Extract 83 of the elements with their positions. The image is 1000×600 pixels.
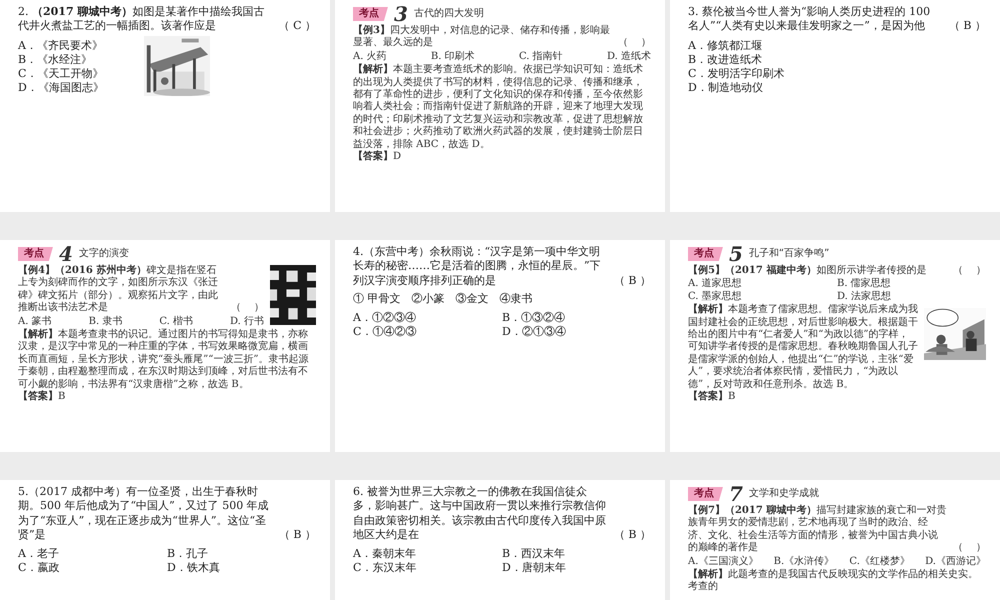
answer-text: 【答案】D (353, 150, 402, 164)
slide[interactable]: 6. 被誉为世界三大宗教之一的佛教在我国信徒众多，影响甚广。这与中国政府一贯以来推行宗教信仰自由政策密切相关。该宗教由古代印度传入我国中原地区大约是在 （ B ） A．秦朝末年 B．西汉末年 C．东汉末年 D．唐朝末年 (335, 480, 665, 600)
answer-option: A. 火药 (353, 50, 387, 64)
answer-option: B．《水经注》 (18, 52, 104, 68)
answer-option: B．孔子 (167, 547, 316, 562)
answer-option: B．改进造纸术 (688, 52, 986, 68)
answer-option: D．制造地动仪 (688, 81, 986, 96)
question-text: 5.（2017 成都中考）有一位圣贤，出生于春秋时期。500 年后他成为了“中国人”，又过了 500 年成为了“东亚人”，现在正逐步成为“世界人”。这位“圣贤”是 (18, 485, 270, 542)
question-text: 6. 被誉为世界三大宗教之一的佛教在我国信徒众多，影响甚广。这与中国政府一贯以来推行宗教信仰自由政策密切相关。该宗教由古代印度传入我国中原地区大约是在 (353, 485, 607, 542)
topic-badge: 考点 (688, 246, 723, 262)
answer-option: A. 篆书 (18, 316, 52, 328)
topic-title: 文学和史学成就 (748, 488, 819, 500)
question-text: 【例4】（2016 苏州中考）碑文是指在竖石上专为刻碑而作的文字，如图所示东汉《张迁碑》碑文拓片（部分）。观察拓片文字，由此推断出该书法艺术是 (18, 265, 219, 315)
answer-option: B. 儒家思想 (837, 278, 986, 291)
topic-badge: 考点 (353, 6, 388, 22)
answer-option: A.《三国演义》 (688, 556, 758, 568)
answer-parentheses: （ B ） (614, 274, 651, 288)
answer-option: D.《西游记》 (925, 556, 986, 568)
question-text: 2. （2017 聊城中考）如图是某著作中描绘我国古代井火煮盐工艺的一幅插图。该著作应是 (18, 5, 266, 34)
answer-option: C．发明活字印刷术 (688, 67, 986, 82)
answer-option: B. 印刷术 (430, 50, 475, 64)
topic-title: 孔子和“百家争鸣” (748, 248, 830, 260)
analysis-text: 【解析】本题考查了儒家思想。儒家学说后来成为我国封建社会的正统思想，对后世影响极大。根据题干给出的图片中有“仁者爱人”和“为政以德”的字样，可知讲学者传授的是儒家思想。春秋晚期鲁国人孔子是儒家学派的创始人，他提出“仁”的学说，主张“爱人”，要求统治者体察民情，爱惜民力，“为政以德”，反对苛政和任意刑杀。故选 B。 (688, 304, 918, 390)
question-text: 【例5】（2017 福建中考）如图所示讲学者传授的是 (688, 265, 926, 278)
answer-option: D．铁木真 (167, 561, 316, 576)
topic-title: 文字的演变 (78, 248, 129, 260)
answer-parentheses: （ ） (952, 265, 986, 278)
answer-parentheses: （ B ） (614, 528, 651, 542)
topic-title: 古代的四大发明 (414, 8, 484, 20)
answer-option: B.《水浒传》 (774, 556, 834, 568)
answer-option: C. 指南针 (518, 50, 563, 64)
analysis-text: 【解析】本题主要考查造纸术的影响。依据已学知识可知：造纸术的出现为人类提供了书写的材料，使得信息的记录、传播和继承，都有了革命性的进步，便利了文化知识的保存和传播，至今依然影响着人类社会；而指南针促进了新航路的开辟，迎来了地理大发现的时代；印刷术推动了文艺复兴运动和宗教改革，促进了思想解放和社会进步；火药推动了欧洲火药武器的发展，使封建骑士阶层日益没落，排除 ABC，故选 D。 (353, 64, 644, 150)
answer-parentheses: （ ） (952, 542, 986, 555)
answer-option: A．老子 (18, 547, 167, 562)
analysis-text: 【解析】本题考查隶书的识记。通过图片的书写得知是隶书，亦称汉隶，是汉字中常见的一种庄重的字体，书写效果略微宽扁，横画长而直画短，呈长方形状，讲究“蚕头雁尾”“一波三折”。隶书起源于秦朝，由程邈整理而成，在东汉时期达到顶峰，对后世书法有不可小觑的影响，书法界有“汉隶唐楷”之称，故选 B。 (18, 328, 310, 390)
answer-option: A．《齐民要术》 (18, 38, 104, 53)
choice-list-text: ① 甲骨文 ②小篆 ③金文 ④隶书 (353, 292, 534, 306)
topic-number: 7 (729, 485, 743, 503)
question-text: 4.（东营中考）余秋雨说：“汉字是第一项中华文明长寿的秘密……它是活着的图腾，永恒的星辰。”下列汉字演变顺序排列正确的是 (353, 245, 602, 288)
topic-number: 3 (394, 5, 408, 23)
question-text: 【例3】四大发明中，对信息的记录、储存和传播，影响最显著、最久远的是 (353, 25, 611, 50)
slide[interactable]: 3. 蔡伦被当今世人誉为“影响人类历史进程的 100 名人”“人类有史以来最佳发明家之一”，是因为他 （ B ） A．修筑都江堰 B．改进造纸术 C．发明活字印刷术 D．制造地动仪 (670, 0, 1000, 212)
answer-option: A．秦朝末年 (353, 547, 502, 562)
topic-badge: 考点 (18, 246, 53, 262)
answer-option: C．①④②③ (353, 325, 502, 340)
answer-parentheses: （ B ） (278, 528, 316, 542)
answer-parentheses: （ ） (618, 37, 651, 50)
answer-option: C．《天工开物》 (18, 67, 104, 82)
answer-option: A．①②③④ (353, 311, 502, 326)
answer-option: D. 造纸术 (606, 50, 651, 64)
answer-option: C.《红楼梦》 (849, 556, 910, 568)
answer-option: A．修筑都江堰 (688, 38, 986, 53)
answer-option: D．唐朝末年 (502, 561, 651, 576)
answer-parentheses: （ C ） (278, 19, 316, 34)
analysis-text: 【解析】此题考查的是我国古代反映现实的文学作品的相关史实。考查的 (688, 568, 979, 594)
answer-option: B．①③②④ (502, 311, 651, 326)
answer-parentheses: （ ） (230, 302, 264, 315)
topic-number: 4 (59, 245, 73, 263)
slide[interactable]: 2. （2017 聊城中考）如图是某著作中描绘我国古代井火煮盐工艺的一幅插图。该著作应是 （ C ） A．《齐民要术》 B．《水经注》 C．《天工开物》 D．《海国图志》 (0, 0, 330, 212)
answer-option: D．《海国图志》 (18, 81, 104, 96)
answer-option: B. 隶书 (88, 316, 122, 328)
answer-option: D. 法家思想 (837, 290, 986, 304)
slide[interactable]: 5.（2017 成都中考）有一位圣贤，出生于春秋时期。500 年后他成为了“中国人”，又过了 500 年成为了“东亚人”，现在正逐步成为“世界人”。这位“圣贤”是 （ B ） A．老子 B．孔子 C．嬴政 D．铁木真 (0, 480, 330, 600)
slide[interactable]: 4.（东营中考）余秋雨说：“汉字是第一项中华文明长寿的秘密……它是活着的图腾，永恒的星辰。”下列汉字演变顺序排列正确的是 （ B ） ① 甲骨文 ②小篆 ③金文 ④隶书 A．①②③④ B．①③②④ C．①④②③ D．②①③④ (335, 240, 665, 452)
slide[interactable] (670, 240, 1000, 452)
topic-badge: 考点 (688, 486, 723, 502)
question-text: 【例7】（2017 聊城中考）描写封建家族的衰亡和一对贵族青年男女的爱情悲剧，艺术地再现了当时的政治、经济、文化、社会生活等方面的情形，被誉为中国古典小说的巅峰的著作是 (688, 505, 947, 555)
topic-number: 5 (729, 245, 743, 263)
answer-option: A. 道家思想 (688, 278, 837, 291)
slide[interactable] (0, 240, 330, 452)
answer-option: D．②①③④ (502, 325, 651, 340)
answer-parentheses: （ B ） (948, 19, 986, 34)
answer-option: C. 墨家思想 (688, 290, 837, 304)
question-text: 3. 蔡伦被当今世人誉为“影响人类历史进程的 100 名人”“人类有史以来最佳发明家之一”，是因为他 (688, 5, 932, 34)
answer-option: C．东汉末年 (353, 561, 502, 576)
answer-option: C. 楷书 (159, 316, 193, 328)
slide[interactable] (335, 0, 665, 212)
answer-text: 【答案】B (18, 390, 66, 404)
slide[interactable]: 考点 7 文学和史学成就 【例7】（2017 聊城中考）描写封建家族的衰亡和一对贵族青年男女的爱情悲剧，艺术地再现了当时的政治、经济、文化、社会生活等方面的情形，被誉为中国古典小说的巅峰的著作是 （ ） A.《三国演义》 B.《水浒传》 C.《红楼梦》 D.《西游记》 【解析】此题考查的是我国古代反映现实的文学作品的相关史实。考查的 (670, 480, 1000, 600)
answer-option: C．嬴政 (18, 561, 167, 576)
answer-text: 【答案】B (688, 390, 736, 404)
answer-option: D. 行书 (230, 316, 264, 328)
answer-option: B．西汉末年 (502, 547, 651, 562)
